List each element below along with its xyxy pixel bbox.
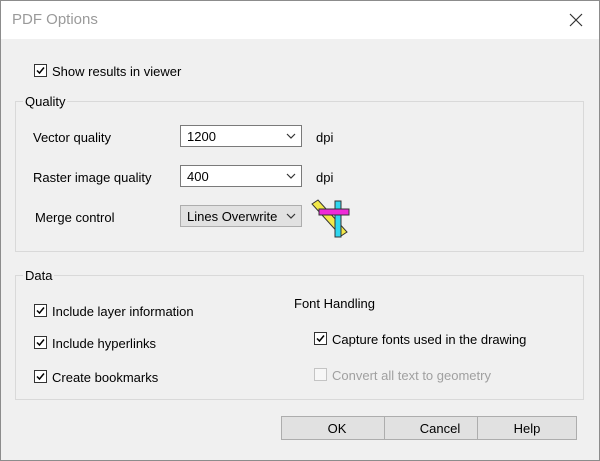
quality-group-title: Quality [23, 94, 68, 109]
checkmark-icon [36, 307, 45, 315]
include-hyperlinks-label: Include hyperlinks [52, 336, 157, 351]
title-bar: PDF Options [1, 1, 599, 39]
chevron-down-icon [286, 133, 296, 139]
vector-quality-unit: dpi [316, 130, 334, 145]
font-handling-title: Font Handling [294, 296, 375, 311]
vector-quality-select[interactable]: 1200 [180, 125, 302, 147]
ok-button-label: OK [327, 420, 347, 436]
merge-control-label: Merge control [35, 210, 115, 225]
raster-quality-select[interactable]: 400 [180, 165, 302, 187]
close-icon [569, 13, 583, 27]
include-hyperlinks-checkbox[interactable] [34, 336, 47, 349]
chevron-down-icon [286, 173, 296, 179]
convert-text-label: Convert all text to geometry [332, 368, 491, 383]
vector-quality-label: Vector quality [33, 130, 112, 145]
create-bookmarks-label: Create bookmarks [52, 370, 159, 385]
lines-overwrite-icon [311, 199, 350, 238]
checkmark-icon [36, 339, 45, 347]
capture-fonts-checkbox[interactable] [314, 332, 327, 345]
include-layer-label: Include layer information [52, 304, 194, 319]
merge-control-value: Lines Overwrite [187, 209, 278, 224]
checkmark-icon [36, 67, 45, 75]
vector-quality-value: 1200 [187, 129, 216, 144]
show-results-checkbox[interactable] [34, 64, 47, 77]
dialog-title: PDF Options [12, 11, 98, 28]
include-layer-checkbox[interactable] [34, 304, 47, 317]
convert-text-checkbox[interactable] [314, 368, 327, 381]
cancel-button-label: Cancel [419, 420, 461, 436]
create-bookmarks-checkbox[interactable] [34, 370, 47, 383]
help-button[interactable]: Help [477, 416, 577, 440]
help-button-label: Help [513, 420, 541, 436]
checkmark-icon [316, 335, 325, 343]
raster-quality-label: Raster image quality [33, 170, 152, 185]
raster-quality-unit: dpi [316, 170, 334, 185]
show-results-label: Show results in viewer [52, 64, 182, 79]
pdf-options-dialog: PDF Options Show results in viewer Quali… [0, 0, 600, 461]
ok-button[interactable]: OK [281, 416, 393, 440]
capture-fonts-label: Capture fonts used in the drawing [332, 332, 527, 347]
merge-control-select[interactable]: Lines Overwrite [180, 205, 302, 227]
data-group-title: Data [23, 268, 55, 283]
close-button[interactable] [561, 7, 591, 33]
raster-quality-value: 400 [187, 169, 209, 184]
checkmark-icon [36, 373, 45, 381]
chevron-down-icon [286, 213, 296, 219]
